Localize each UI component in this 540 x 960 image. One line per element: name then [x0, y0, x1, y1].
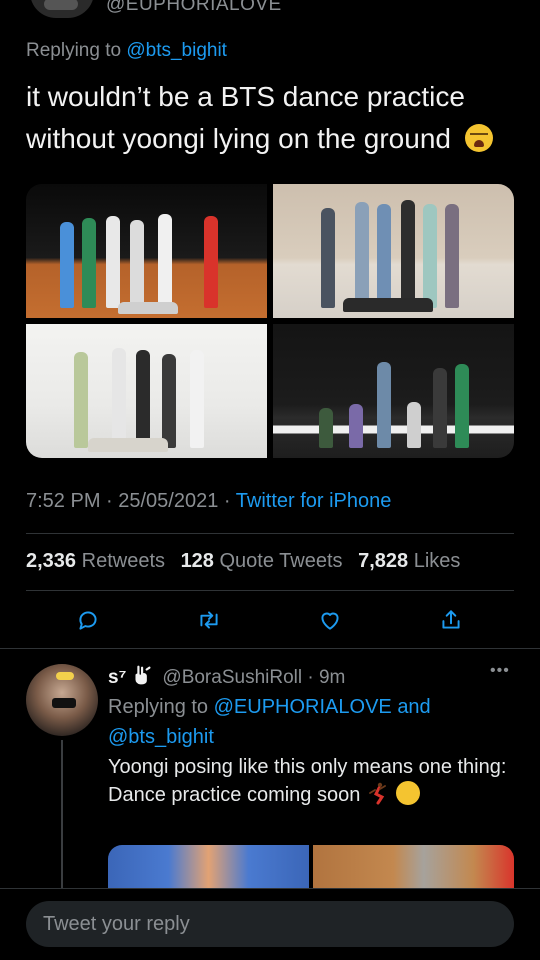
media-photo-2[interactable]	[273, 184, 514, 318]
reply-author-name[interactable]: s⁷	[108, 667, 126, 688]
reply-media-photo-2[interactable]	[313, 845, 514, 890]
reply-text-line-2: Dance practice coming soon	[108, 784, 361, 806]
replying-to-mention[interactable]: @bts_bighit	[126, 40, 227, 61]
tweet-text: it wouldn’t be a BTS dance practice with…	[26, 76, 516, 160]
shushing-face-icon	[396, 781, 421, 805]
tweet-source[interactable]: Twitter for iPhone	[236, 490, 392, 512]
original-author-avatar[interactable]	[30, 0, 94, 18]
tweet-media-grid	[26, 184, 514, 458]
reply-author-avatar[interactable]	[26, 664, 98, 736]
replying-to-prefix: Replying to	[26, 40, 122, 61]
retweet-icon	[200, 611, 218, 629]
likes-stat[interactable]: 7,828 Likes	[358, 550, 460, 572]
more-options-icon[interactable]: •••	[490, 662, 510, 680]
quotes-stat[interactable]: 128 Quote Tweets	[181, 550, 353, 572]
share-icon	[442, 610, 460, 629]
retweets-count: 2,336	[26, 550, 77, 572]
likes-count: 7,828	[358, 550, 409, 572]
reply-replying-to-line: Replying to @EUPHORIALOVE and @bts_bighi…	[108, 692, 508, 752]
divider	[26, 590, 514, 591]
divider	[26, 533, 514, 534]
reply-and: and	[397, 696, 431, 718]
reply-replying-prefix: Replying to	[108, 696, 209, 718]
tweet-reply-input[interactable]	[26, 901, 514, 947]
reply-button[interactable]	[72, 604, 104, 636]
tweet-timestamp[interactable]: 7:52 PM · 25/05/2021 ·	[26, 490, 236, 512]
tweet-stats: 2,336 Retweets 128 Quote Tweets 7,828 Li…	[26, 550, 460, 573]
reply-text-line-1: Yoongi posing like this only means one t…	[108, 756, 507, 778]
quotes-count: 128	[180, 550, 214, 572]
reply-author-handle-time[interactable]: @BoraSushiRoll · 9m	[162, 667, 345, 688]
original-author-row: @EUPHORIALOVE	[30, 0, 282, 18]
media-photo-3[interactable]	[26, 324, 267, 458]
dancer-icon	[369, 782, 387, 805]
reply-media	[108, 845, 514, 890]
reply-text-line-2-row: Dance practice coming soon	[108, 781, 508, 809]
like-icon	[321, 612, 339, 630]
retweets-stat[interactable]: 2,336 Retweets	[26, 550, 175, 572]
reply-mention-1[interactable]: @EUPHORIALOVE	[214, 696, 392, 718]
retweets-label: Retweets	[81, 550, 165, 572]
reply-icon	[79, 611, 97, 630]
rock-hand-icon	[135, 665, 151, 685]
reply-media-photo-1[interactable]	[108, 845, 309, 890]
media-photo-1[interactable]	[26, 184, 267, 318]
tweet-body: it wouldn’t be a BTS dance practice with…	[26, 81, 465, 154]
loudly-crying-face-icon	[464, 124, 493, 152]
tweet-metadata: 7:52 PM · 25/05/2021 · Twitter for iPhon…	[26, 490, 391, 513]
reply-composer	[0, 888, 540, 960]
reply-mention-2[interactable]: @bts_bighit	[108, 726, 214, 748]
thread-line	[61, 740, 63, 888]
tweet-actions	[0, 604, 540, 640]
reply-text: Yoongi posing like this only means one t…	[108, 754, 508, 809]
like-button[interactable]	[314, 604, 346, 636]
retweet-button[interactable]	[193, 604, 225, 636]
media-photo-4[interactable]	[273, 324, 514, 458]
original-author-handle[interactable]: @EUPHORIALOVE	[106, 0, 282, 16]
reply-header: s⁷ @BoraSushiRoll · 9m	[108, 664, 345, 689]
likes-label: Likes	[413, 550, 461, 572]
share-button[interactable]	[435, 604, 467, 636]
replying-to-line: Replying to @bts_bighit	[26, 40, 227, 62]
divider	[0, 648, 540, 649]
quotes-label: Quote Tweets	[219, 550, 343, 572]
